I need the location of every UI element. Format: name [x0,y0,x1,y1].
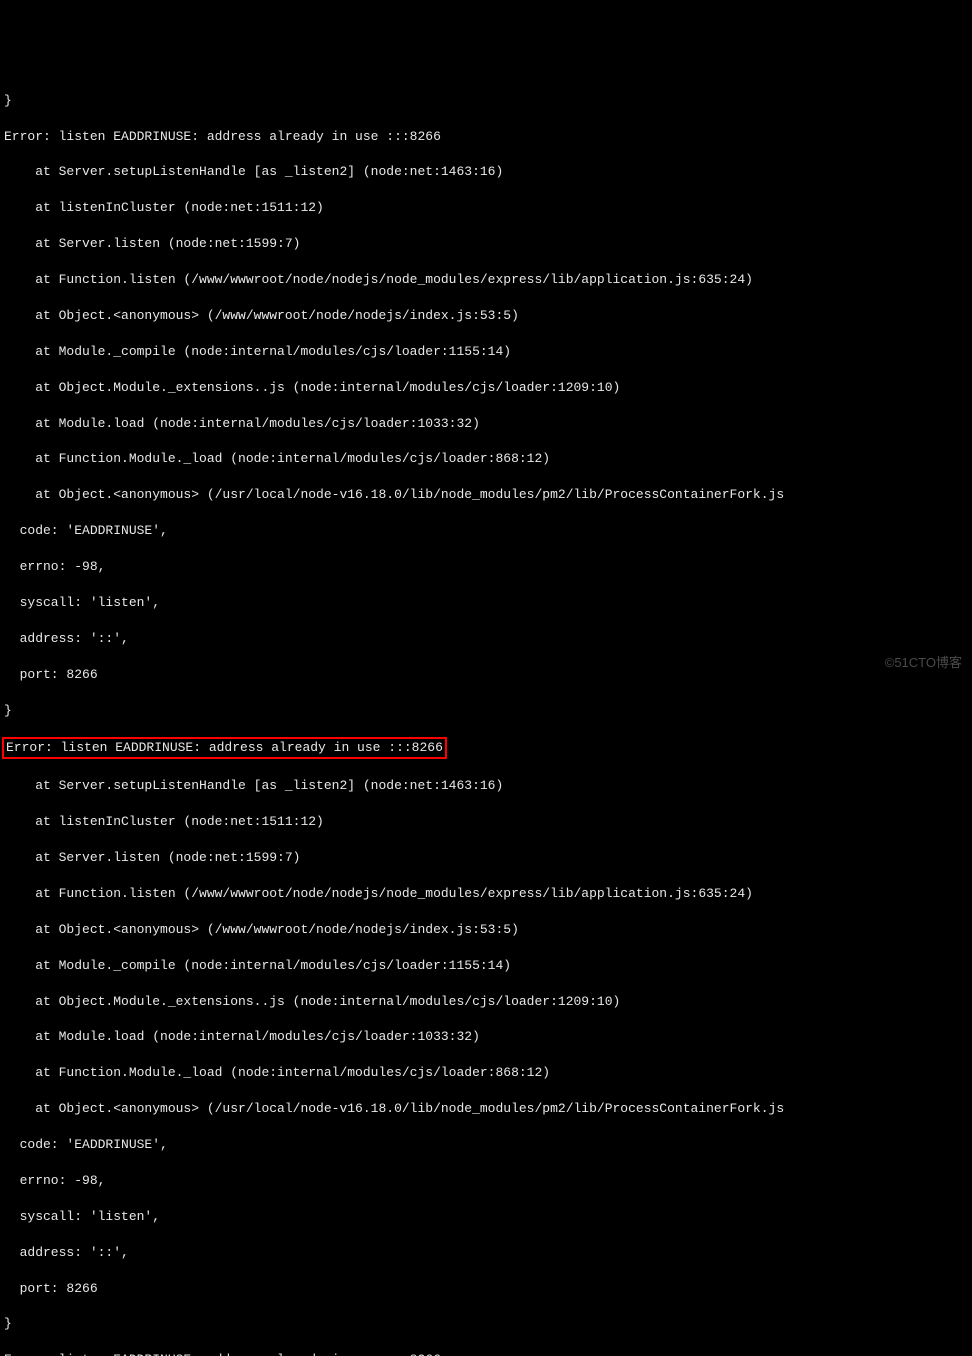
stack-trace-line: at Object.Module._extensions..js (node:i… [4,993,968,1011]
stack-trace-line: at Object.Module._extensions..js (node:i… [4,379,968,397]
stack-trace-line: at Server.setupListenHandle [as _listen2… [4,163,968,181]
error-prop-line: syscall: 'listen', [4,594,968,612]
error-prop-line: port: 8266 [4,666,968,684]
stack-trace-line: at Module._compile (node:internal/module… [4,343,968,361]
highlighted-error-line: Error: listen EADDRINUSE: address alread… [4,737,968,759]
stack-trace-line: at Object.<anonymous> (/www/wwwroot/node… [4,921,968,939]
error-prop-line: errno: -98, [4,558,968,576]
error-prop-line: address: '::', [4,630,968,648]
stack-trace-line: at Server.listen (node:net:1599:7) [4,235,968,253]
stack-trace-line: at Server.listen (node:net:1599:7) [4,849,968,867]
stack-trace-line: at listenInCluster (node:net:1511:12) [4,813,968,831]
stack-trace-line: at Function.Module._load (node:internal/… [4,1064,968,1082]
error-prop-line: errno: -98, [4,1172,968,1190]
stack-trace-line: at Function.Module._load (node:internal/… [4,450,968,468]
stack-trace-line: at listenInCluster (node:net:1511:12) [4,199,968,217]
error-line: Error: listen EADDRINUSE: address alread… [4,128,968,146]
terminal-output: } Error: listen EADDRINUSE: address alre… [4,74,968,1356]
error-highlight-box: Error: listen EADDRINUSE: address alread… [2,737,447,759]
brace-line: } [4,1315,968,1333]
error-prop-line: port: 8266 [4,1280,968,1298]
stack-trace-line: at Module.load (node:internal/modules/cj… [4,1028,968,1046]
error-prop-line: syscall: 'listen', [4,1208,968,1226]
stack-trace-line: at Module._compile (node:internal/module… [4,957,968,975]
brace-line: } [4,702,968,720]
stack-trace-line: at Server.setupListenHandle [as _listen2… [4,777,968,795]
stack-trace-line: at Object.<anonymous> (/usr/local/node-v… [4,1100,968,1118]
error-prop-line: code: 'EADDRINUSE', [4,522,968,540]
brace-line: } [4,92,968,110]
stack-trace-line: at Module.load (node:internal/modules/cj… [4,415,968,433]
error-prop-line: code: 'EADDRINUSE', [4,1136,968,1154]
error-line: Error: listen EADDRINUSE: address alread… [4,1351,968,1356]
stack-trace-line: at Function.listen (/www/wwwroot/node/no… [4,271,968,289]
error-prop-line: address: '::', [4,1244,968,1262]
watermark-text: ©51CTO博客 [885,654,962,672]
stack-trace-line: at Object.<anonymous> (/usr/local/node-v… [4,486,968,504]
stack-trace-line: at Function.listen (/www/wwwroot/node/no… [4,885,968,903]
stack-trace-line: at Object.<anonymous> (/www/wwwroot/node… [4,307,968,325]
